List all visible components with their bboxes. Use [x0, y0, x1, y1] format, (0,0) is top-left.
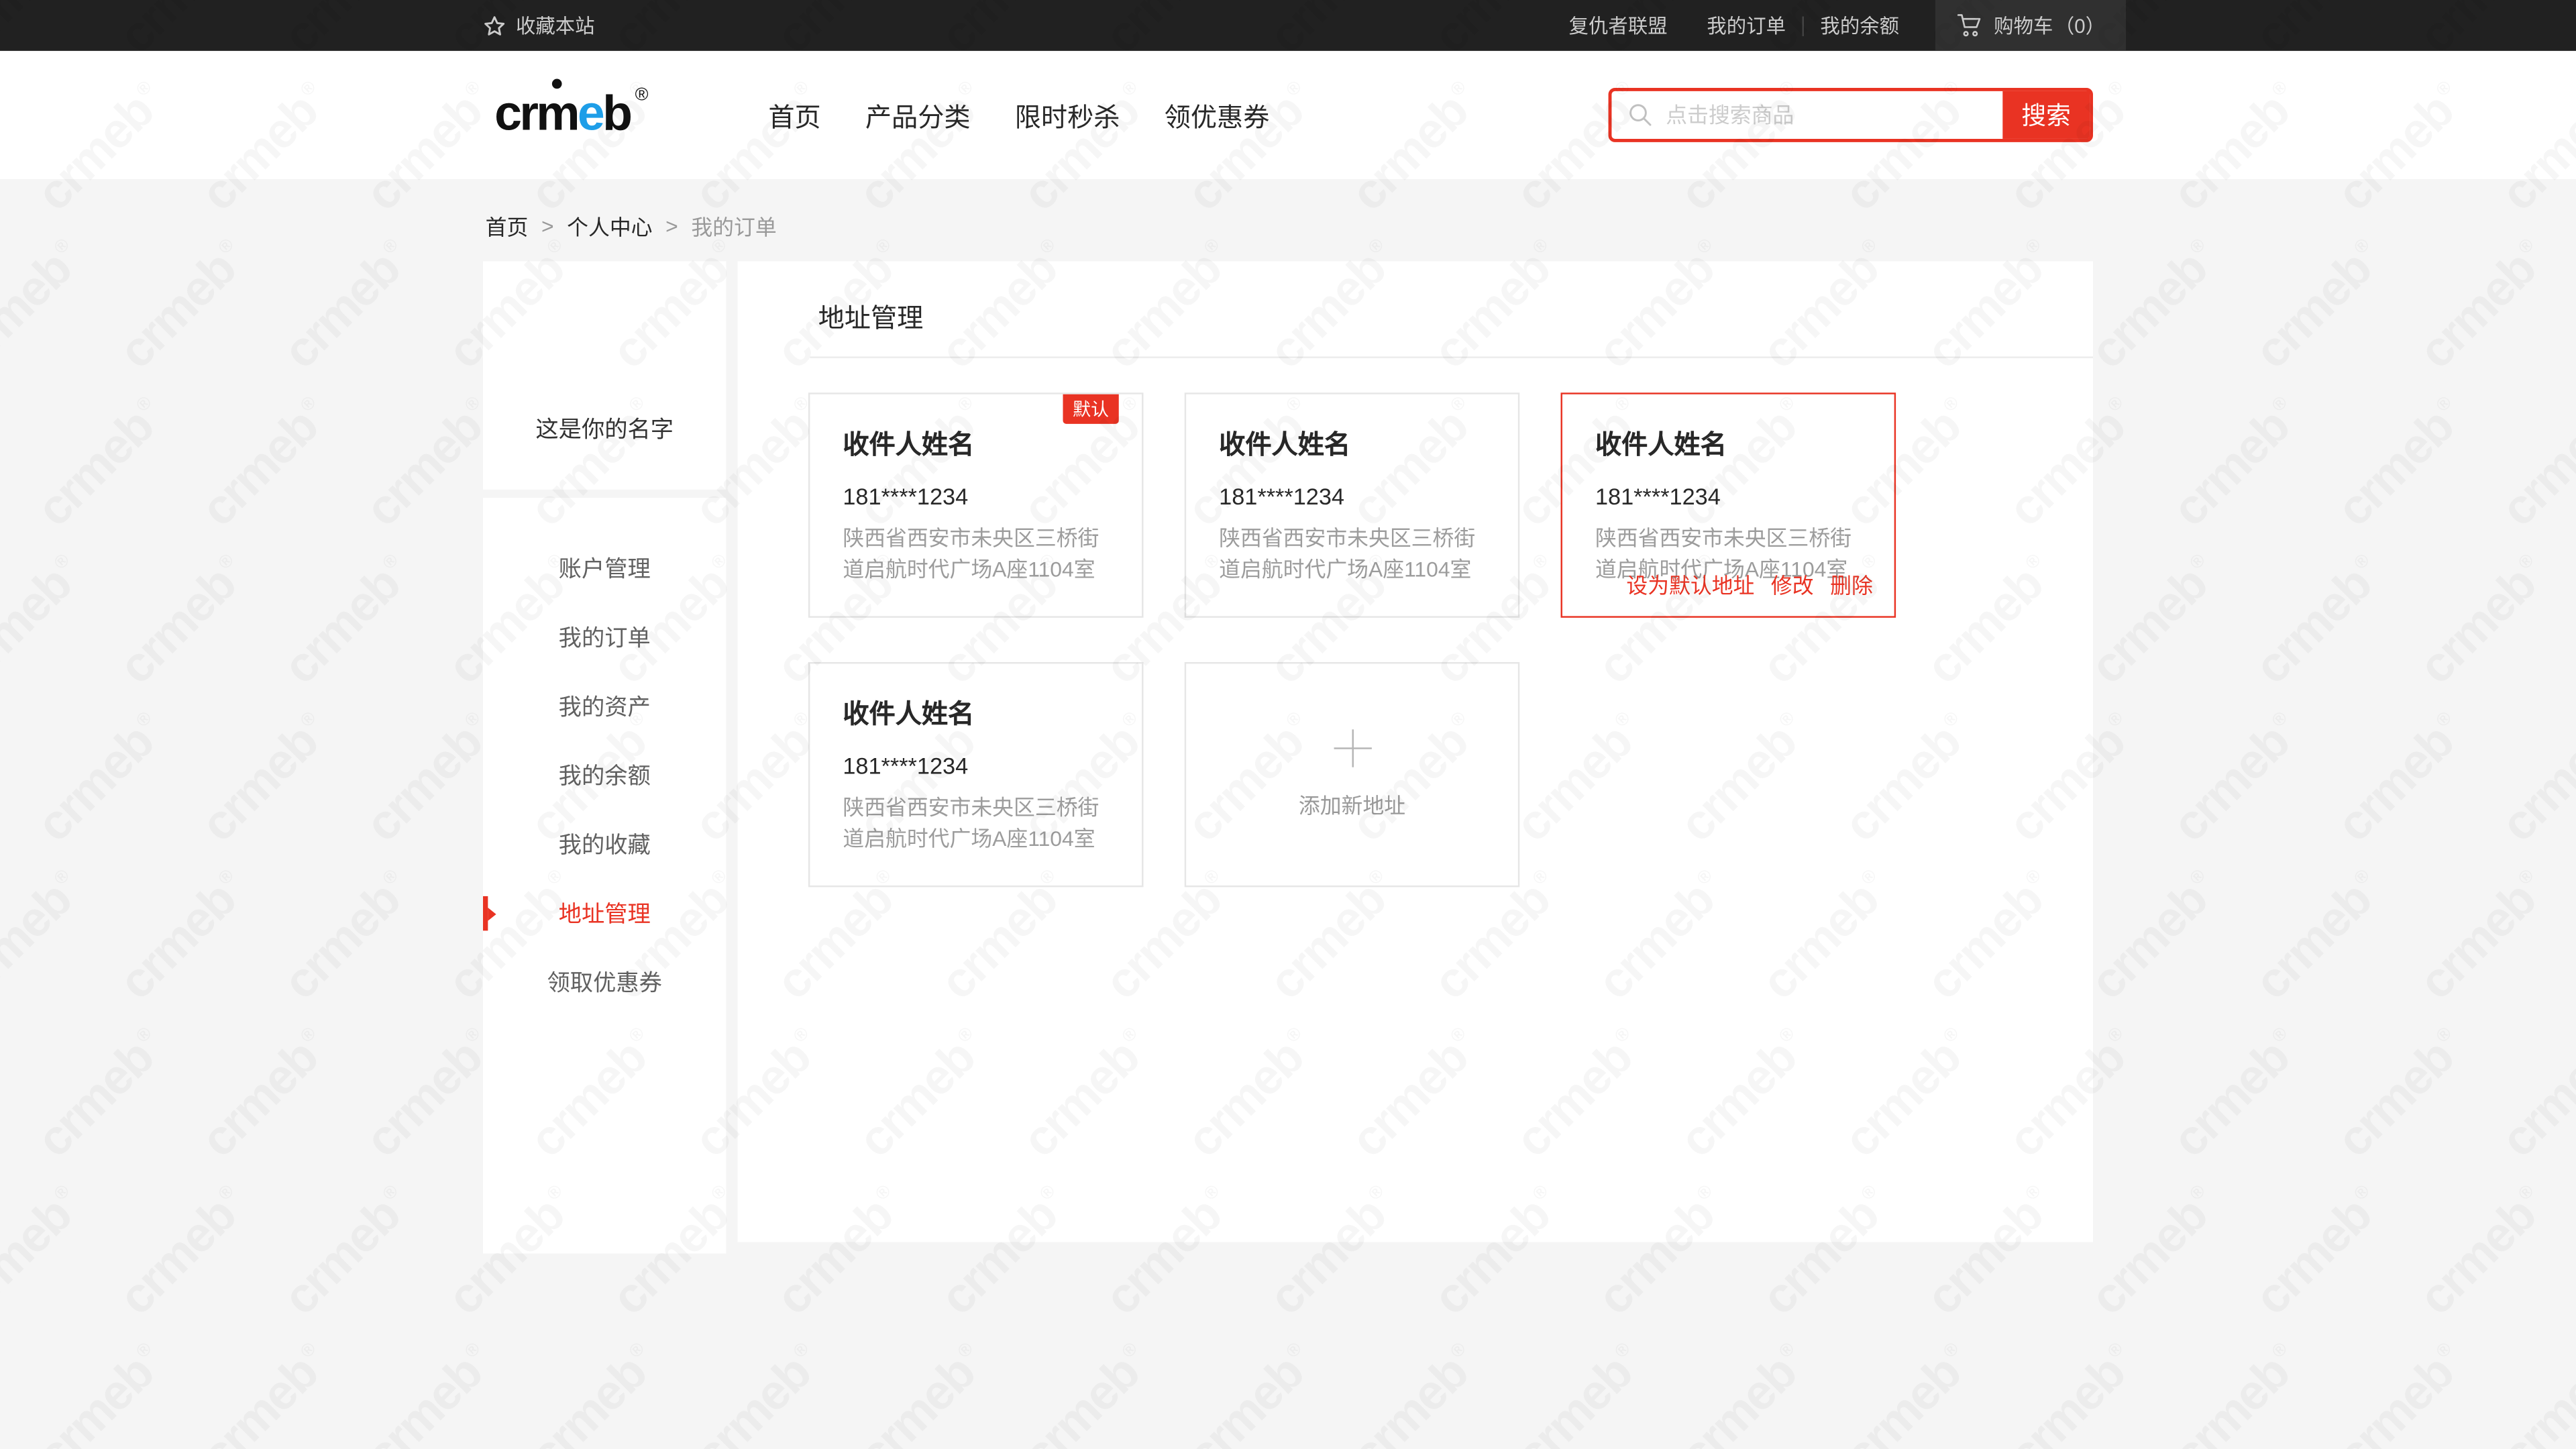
profile-card: 这是你的名字 — [483, 261, 726, 489]
edit-link[interactable]: 修改 — [1771, 568, 1814, 600]
cart-icon — [1956, 13, 1982, 38]
content-area: 这是你的名字 账户管理 我的订单 我的资产 我的余额 我的收藏 地址管理 领取优… — [483, 261, 2093, 1253]
page-title: 地址管理 — [738, 261, 2093, 335]
site-logo[interactable]: crmeb® — [494, 91, 643, 140]
profile-username: 这是你的名字 — [535, 413, 674, 445]
recipient-address: 陕西省西安市未央区三桥街道启航时代广场A座1104室 — [843, 792, 1112, 854]
recipient-phone: 181****1234 — [1595, 483, 1865, 509]
nav-item-home[interactable]: 首页 — [768, 95, 820, 135]
set-default-link[interactable]: 设为默认地址 — [1626, 568, 1754, 600]
user-avatar-large — [567, 311, 643, 386]
sidebar-item-label: 我的收藏 — [559, 828, 651, 861]
sidebar-item-orders[interactable]: 我的订单 — [483, 603, 726, 672]
logo-registered-mark: ® — [635, 87, 649, 105]
recipient-name: 收件人姓名 — [1595, 422, 1865, 462]
sidebar-menu: 账户管理 我的订单 我的资产 我的余额 我的收藏 地址管理 领取优惠券 — [483, 498, 726, 1254]
recipient-name: 收件人姓名 — [1219, 422, 1489, 462]
sidebar-item-label: 我的订单 — [559, 621, 651, 654]
address-card-grid: 默认 收件人姓名 181****1234 陕西省西安市未央区三桥街道启航时代广场… — [738, 358, 2093, 932]
sidebar-item-label: 我的余额 — [559, 759, 651, 792]
breadcrumb-user-center[interactable]: 个人中心 — [567, 210, 652, 241]
add-address-label: 添加新地址 — [1299, 789, 1405, 820]
address-management-panel: 地址管理 默认 收件人姓名 181****1234 陕西省西安市未央区三桥街道启… — [738, 261, 2093, 1242]
default-badge: 默认 — [1063, 394, 1118, 424]
sidebar-item-label: 地址管理 — [559, 897, 651, 930]
active-indicator — [483, 896, 488, 930]
topbar-divider — [1802, 15, 1803, 35]
breadcrumb-separator: > — [665, 213, 678, 238]
recipient-phone: 181****1234 — [1219, 483, 1489, 509]
cart-label: 购物车 — [1994, 11, 2053, 40]
logo-text-e: e — [578, 91, 602, 140]
sidebar: 这是你的名字 账户管理 我的订单 我的资产 我的余额 我的收藏 地址管理 领取优… — [483, 261, 726, 1253]
sidebar-item-address[interactable]: 地址管理 — [483, 879, 726, 948]
sidebar-item-label: 领取优惠券 — [547, 966, 662, 999]
user-avatar-small[interactable] — [1527, 11, 1557, 40]
search-input[interactable] — [1653, 89, 2003, 140]
favorite-site-link[interactable]: 收藏本站 — [483, 11, 595, 40]
main-nav: 首页 产品分类 限时秒杀 领优惠券 — [768, 95, 1269, 135]
search-icon — [1628, 103, 1653, 127]
logo-text-b: b — [602, 91, 630, 140]
plus-icon — [1333, 729, 1371, 767]
logo-text-m: m — [536, 91, 578, 140]
nav-item-categories[interactable]: 产品分类 — [865, 95, 971, 135]
nav-item-seckill[interactable]: 限时秒杀 — [1015, 95, 1120, 135]
cart-count: （0） — [2055, 11, 2105, 40]
sidebar-item-label: 账户管理 — [559, 552, 651, 585]
logo-text-cr: cr — [494, 91, 536, 140]
recipient-phone: 181****1234 — [843, 483, 1112, 509]
sidebar-item-get-coupons[interactable]: 领取优惠券 — [483, 948, 726, 1017]
address-card-default[interactable]: 默认 收件人姓名 181****1234 陕西省西安市未央区三桥街道启航时代广场… — [808, 392, 1144, 618]
sidebar-item-assets[interactable]: 我的资产 — [483, 672, 726, 741]
address-actions: 设为默认地址 修改 删除 — [1626, 568, 1872, 600]
sidebar-item-account[interactable]: 账户管理 — [483, 534, 726, 603]
sidebar-item-label: 我的资产 — [559, 690, 651, 723]
address-card[interactable]: 收件人姓名 181****1234 陕西省西安市未央区三桥街道启航时代广场A座1… — [808, 662, 1144, 888]
nav-item-coupons[interactable]: 领优惠券 — [1165, 95, 1270, 135]
address-card-selected[interactable]: 收件人姓名 181****1234 陕西省西安市未央区三桥街道启航时代广场A座1… — [1561, 392, 1896, 618]
add-address-card[interactable]: 添加新地址 — [1185, 662, 1520, 888]
recipient-phone: 181****1234 — [843, 753, 1112, 779]
recipient-name: 收件人姓名 — [843, 422, 1112, 462]
search-button[interactable]: 搜索 — [2002, 91, 2090, 139]
my-balance-link[interactable]: 我的余额 — [1820, 11, 1899, 40]
search-box: 搜索 — [1609, 88, 2093, 142]
star-icon — [483, 14, 506, 37]
delete-link[interactable]: 删除 — [1830, 568, 1873, 600]
address-card[interactable]: 收件人姓名 181****1234 陕西省西安市未央区三桥街道启航时代广场A座1… — [1185, 392, 1520, 618]
top-bar: 收藏本站 复仇者联盟 我的订单 我的余额 购物车（0） — [0, 0, 2576, 51]
my-orders-link[interactable]: 我的订单 — [1707, 11, 1786, 40]
sidebar-item-balance[interactable]: 我的余额 — [483, 741, 726, 810]
site-header: crmeb® 首页 产品分类 限时秒杀 领优惠券 搜索 — [0, 51, 2576, 179]
page: 收藏本站 复仇者联盟 我的订单 我的余额 购物车（0） — [0, 0, 2576, 1449]
cart-button[interactable]: 购物车（0） — [1935, 0, 2126, 51]
sidebar-item-favorites[interactable]: 我的收藏 — [483, 810, 726, 879]
breadcrumb-current: 我的订单 — [691, 210, 776, 241]
breadcrumb-separator: > — [541, 213, 554, 238]
recipient-address: 陕西省西安市未央区三桥街道启航时代广场A座1104室 — [1219, 523, 1489, 585]
recipient-address: 陕西省西安市未央区三桥街道启航时代广场A座1104室 — [843, 523, 1112, 585]
favorite-site-label: 收藏本站 — [516, 11, 595, 40]
username-link[interactable]: 复仇者联盟 — [1569, 11, 1668, 40]
recipient-name: 收件人姓名 — [843, 692, 1112, 731]
breadcrumb: 首页 > 个人中心 > 我的订单 — [480, 179, 2095, 241]
breadcrumb-home[interactable]: 首页 — [486, 210, 529, 241]
